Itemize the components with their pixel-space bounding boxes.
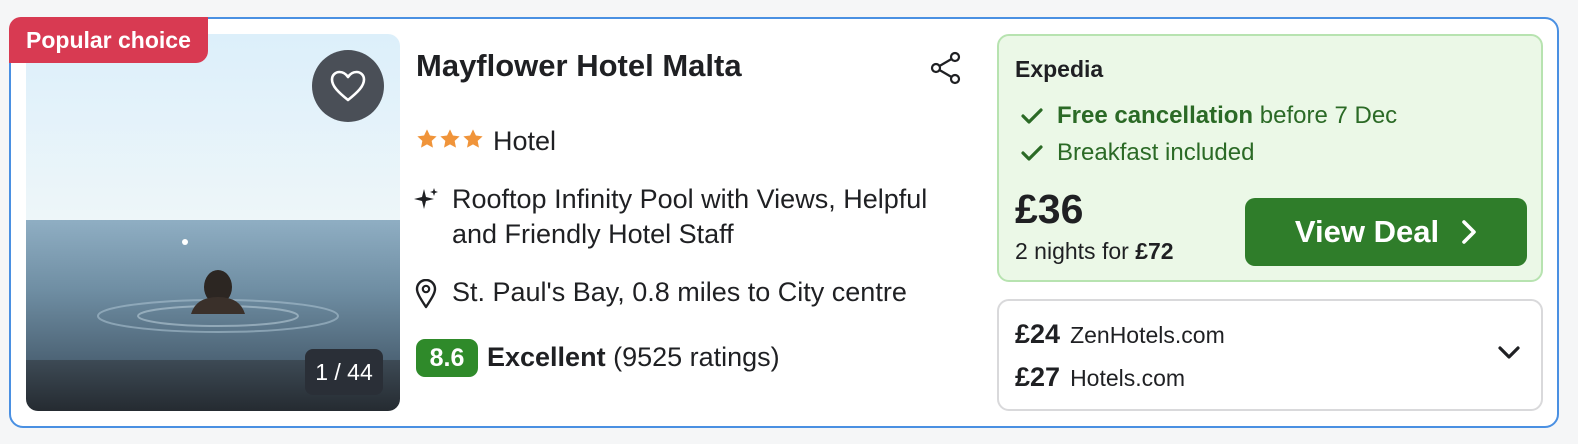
star-icon — [440, 129, 460, 148]
view-deal-button[interactable]: View Deal — [1245, 198, 1527, 266]
photo-counter: 1 / 44 — [305, 349, 383, 395]
sparkle-icon — [414, 187, 440, 218]
rating-summary[interactable]: Excellent (9525 ratings) — [487, 342, 780, 373]
hotel-location: St. Paul's Bay, 0.8 miles to City centre — [452, 277, 907, 307]
deal-provider: Expedia — [1015, 56, 1104, 82]
nights-prefix: 2 nights for — [1015, 238, 1129, 264]
share-button[interactable] — [929, 51, 963, 90]
heart-icon — [330, 70, 366, 102]
other-offers-panel[interactable]: £24 ZenHotels.com £27 Hotels.com — [997, 299, 1543, 411]
star-rating — [416, 128, 484, 150]
hotel-name[interactable]: Mayflower Hotel Malta — [416, 48, 742, 84]
chevron-down-icon — [1498, 346, 1520, 359]
free-cancellation-label: Free cancellation — [1057, 102, 1254, 129]
breakfast-label: Breakfast included — [1057, 139, 1255, 166]
property-type: Hotel — [493, 126, 557, 156]
offer-price: £24 — [1015, 319, 1061, 349]
star-icon — [463, 129, 483, 148]
rating-score-badge: 8.6 — [416, 339, 478, 377]
share-icon — [930, 51, 961, 85]
deal-price: £36 — [1015, 186, 1084, 232]
favorite-button[interactable] — [312, 50, 384, 122]
rating-label: Excellent — [487, 342, 606, 372]
offer-provider: Hotels.com — [1070, 365, 1186, 391]
chevron-right-icon — [1462, 220, 1476, 244]
free-cancellation-feature: Free cancellation before 7 Dec — [1021, 102, 1397, 130]
featured-deal-panel[interactable]: Expedia Free cancellation before 7 Dec B… — [997, 34, 1543, 282]
star-icon — [417, 129, 437, 148]
expand-offers-button[interactable] — [1497, 345, 1521, 366]
map-pin-icon — [415, 278, 437, 314]
offer-price: £27 — [1015, 362, 1061, 392]
view-deal-label: View Deal — [1294, 214, 1440, 249]
cancellation-deadline: before 7 Dec — [1259, 102, 1398, 129]
check-icon — [1021, 108, 1043, 124]
other-offer-row[interactable]: £27 Hotels.com — [1015, 362, 1185, 393]
rating-count: (9525 ratings) — [613, 342, 780, 372]
hotel-highlight: Rooftop Infinity Pool with Views, Helpfu… — [452, 184, 928, 249]
deal-total: 2 nights for £72 — [1015, 238, 1174, 265]
breakfast-feature: Breakfast included — [1021, 139, 1254, 167]
check-icon — [1021, 145, 1043, 161]
popular-choice-badge: Popular choice — [9, 17, 208, 63]
nights-total: £72 — [1135, 238, 1174, 264]
other-offer-row[interactable]: £24 ZenHotels.com — [1015, 319, 1225, 350]
offer-provider: ZenHotels.com — [1070, 322, 1225, 348]
